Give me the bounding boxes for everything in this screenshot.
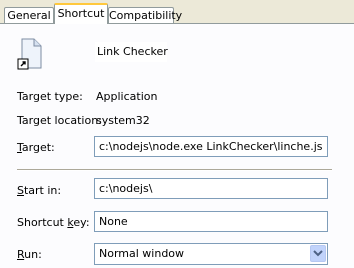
tab-shortcut[interactable]: Shortcut xyxy=(54,3,108,24)
target-label: Target: xyxy=(17,141,55,154)
shortcut-key-label: Shortcut key: xyxy=(17,216,90,229)
target-field[interactable]: c:\nodejs\node.exe LinkChecker\linche.js xyxy=(94,136,328,157)
tab-general[interactable]: General xyxy=(4,7,54,23)
tab-compatibility[interactable]: Compatibility xyxy=(108,7,182,23)
dropdown-button[interactable] xyxy=(310,245,326,262)
target-location-value: system32 xyxy=(96,114,150,127)
shortcut-name[interactable]: Link Checker xyxy=(95,42,168,62)
chevron-down-icon xyxy=(313,250,323,257)
target-location-label: Target location: xyxy=(17,114,102,127)
tab-strip: General Shortcut Compatibility xyxy=(0,0,354,24)
start-in-field[interactable]: c:\nodejs\ xyxy=(94,178,328,199)
shortcut-key-field[interactable]: None xyxy=(94,211,328,232)
run-label: Run: xyxy=(17,248,42,261)
separator xyxy=(17,169,332,171)
run-select[interactable]: Normal window xyxy=(94,243,328,265)
target-type-label: Target type: xyxy=(17,90,83,103)
run-select-value: Normal window xyxy=(99,247,185,260)
start-in-label: Start in: xyxy=(17,184,62,197)
shortcut-file-icon xyxy=(17,38,42,70)
target-type-value: Application xyxy=(96,90,158,103)
